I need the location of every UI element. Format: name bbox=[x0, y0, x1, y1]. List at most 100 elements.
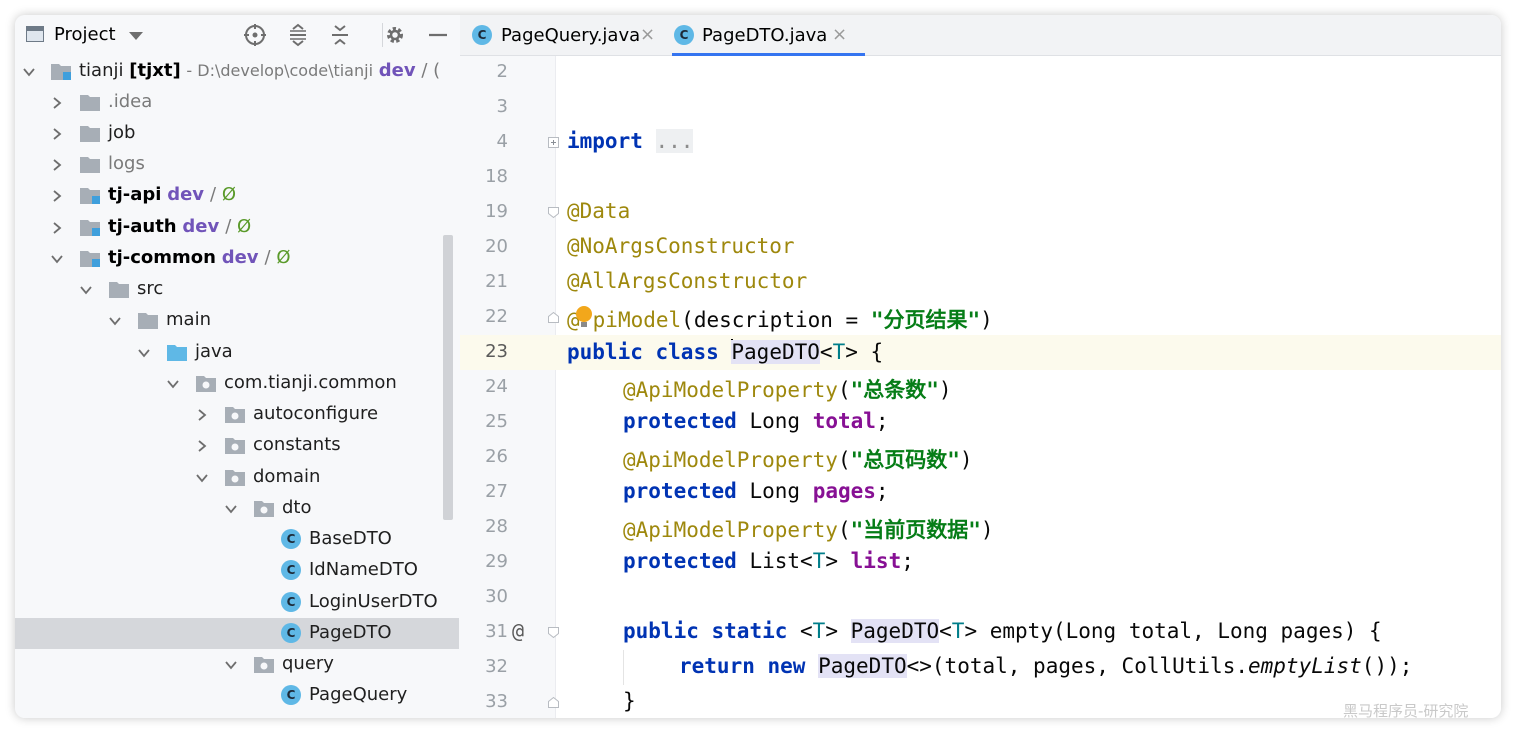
code-line: 18 bbox=[460, 160, 1501, 195]
gear-icon[interactable] bbox=[383, 23, 407, 47]
code-line: 4 import ... bbox=[460, 125, 1501, 160]
code-line: 19 @Data bbox=[460, 195, 1501, 230]
package-icon bbox=[254, 501, 274, 517]
chevron-down-icon[interactable] bbox=[109, 315, 121, 327]
chevron-right-icon[interactable] bbox=[196, 409, 208, 421]
tree-item-page-dto[interactable]: C PageDTO bbox=[15, 618, 459, 649]
code-line: 27 protected Long pages; bbox=[460, 475, 1501, 510]
tree-item-query[interactable]: query bbox=[15, 649, 459, 680]
chevron-down-icon[interactable] bbox=[129, 32, 143, 40]
collapse-all-icon[interactable] bbox=[328, 23, 352, 47]
tree-item-constants[interactable]: constants bbox=[15, 430, 459, 461]
tree-item-autoconfigure[interactable]: autoconfigure bbox=[15, 399, 459, 430]
chevron-right-icon[interactable] bbox=[51, 159, 63, 171]
tree-item-label: tj-api bbox=[108, 184, 162, 205]
tree-item-label: job bbox=[108, 122, 136, 143]
punct: { bbox=[857, 340, 884, 364]
fold-collapse-icon[interactable] bbox=[548, 627, 559, 638]
minimize-icon[interactable] bbox=[426, 23, 450, 47]
tree-item-domain[interactable]: domain bbox=[15, 462, 459, 493]
chevron-down-icon[interactable] bbox=[225, 659, 237, 671]
tree-item-label: com.tianji.common bbox=[224, 372, 397, 393]
class-name: PageDTO bbox=[818, 654, 907, 678]
chevron-down-icon[interactable] bbox=[196, 472, 208, 484]
tree-item-java[interactable]: java bbox=[15, 337, 459, 368]
close-icon[interactable]: × bbox=[640, 24, 655, 45]
keyword: static bbox=[711, 619, 788, 643]
tree-item-page-query[interactable]: C PageQuery bbox=[15, 680, 459, 711]
source-folder-icon bbox=[167, 345, 187, 361]
class-icon: C bbox=[281, 592, 301, 612]
editor-tab-bar: C PageQuery.java × C PageDTO.java × bbox=[460, 15, 1501, 56]
string-literal: "分页结果" bbox=[870, 308, 981, 332]
fold-end-icon[interactable] bbox=[548, 697, 559, 708]
chevron-right-icon[interactable] bbox=[51, 97, 63, 109]
class-icon: C bbox=[281, 560, 301, 580]
line-number: 30 bbox=[485, 586, 508, 607]
folder-icon bbox=[109, 282, 129, 298]
branch-label: dev bbox=[221, 247, 259, 268]
tree-item-dto[interactable]: dto bbox=[15, 493, 459, 524]
tree-item-main[interactable]: main bbox=[15, 305, 459, 336]
tree-item-id-name-dto[interactable]: C IdNameDTO bbox=[15, 555, 459, 586]
tree-item-logs[interactable]: logs bbox=[15, 149, 459, 180]
chevron-right-icon[interactable] bbox=[196, 440, 208, 452]
code-line: 20 @NoArgsConstructor bbox=[460, 230, 1501, 265]
chevron-down-icon[interactable] bbox=[225, 503, 237, 515]
root-branch: dev bbox=[378, 60, 416, 81]
tree-item-tj-common[interactable]: tj-common dev / Ø bbox=[15, 243, 459, 274]
tree-item-package[interactable]: com.tianji.common bbox=[15, 368, 459, 399]
tree-item-login-user-dto[interactable]: C LoginUserDTO bbox=[15, 587, 459, 618]
tree-item-tj-api[interactable]: tj-api dev / Ø bbox=[15, 180, 459, 211]
type-param: T bbox=[812, 549, 826, 573]
chevron-down-icon[interactable] bbox=[51, 253, 63, 265]
tree-item-label: autoconfigure bbox=[253, 403, 379, 424]
tab-label: PageDTO.java bbox=[702, 25, 828, 46]
fold-expand-icon[interactable] bbox=[548, 137, 559, 148]
field-name: pages bbox=[812, 479, 876, 503]
project-tree: tianji [tjxt] - D:\develop\code\tianji d… bbox=[15, 56, 459, 718]
tree-item-label: constants bbox=[253, 434, 341, 455]
code-line: 31 @ public static <T> PageDTO<T> empty(… bbox=[460, 615, 1501, 650]
line-number: 2 bbox=[496, 61, 508, 82]
chevron-down-icon[interactable] bbox=[138, 347, 150, 359]
tab-label: PageQuery.java bbox=[501, 25, 641, 46]
paren-close: ) bbox=[980, 308, 993, 332]
lightbulb-icon[interactable] bbox=[576, 306, 592, 327]
tree-item-root[interactable]: tianji [tjxt] - D:\develop\code\tianji d… bbox=[15, 56, 459, 87]
chevron-down-icon[interactable] bbox=[23, 66, 35, 78]
annotation: @AllArgsConstructor bbox=[567, 269, 808, 293]
chevron-right-icon[interactable] bbox=[51, 128, 63, 140]
fold-end-icon[interactable] bbox=[548, 312, 559, 323]
chevron-down-icon[interactable] bbox=[167, 378, 179, 390]
line-number: 21 bbox=[485, 271, 508, 292]
code-line: 26 @ApiModelProperty("总页码数") bbox=[460, 440, 1501, 475]
override-at-icon[interactable]: @ bbox=[512, 619, 524, 643]
tree-item-src[interactable]: src bbox=[15, 274, 459, 305]
code-line: 24 @ApiModelProperty("总条数") bbox=[460, 370, 1501, 405]
code-line: 2 bbox=[460, 55, 1501, 90]
project-panel-title[interactable]: Project bbox=[54, 24, 116, 45]
chevron-right-icon[interactable] bbox=[51, 190, 63, 202]
expand-all-icon[interactable] bbox=[286, 23, 310, 47]
tree-item-base-dto[interactable]: C BaseDTO bbox=[15, 524, 459, 555]
close-icon[interactable]: × bbox=[832, 24, 847, 45]
brace: } bbox=[623, 689, 636, 713]
tab-page-query[interactable]: C PageQuery.java × bbox=[472, 15, 662, 55]
tree-item-label: dto bbox=[282, 497, 312, 518]
type-param: T bbox=[832, 340, 846, 364]
crosshair-icon[interactable] bbox=[243, 23, 267, 47]
chevron-down-icon[interactable] bbox=[80, 284, 92, 296]
chevron-right-icon[interactable] bbox=[51, 222, 63, 234]
tree-item-idea[interactable]: .idea bbox=[15, 87, 459, 118]
tree-item-job[interactable]: job bbox=[15, 118, 459, 149]
class-icon: C bbox=[674, 25, 694, 45]
folded-imports[interactable]: ... bbox=[655, 129, 694, 153]
fold-collapse-icon[interactable] bbox=[548, 207, 559, 218]
line-number: 25 bbox=[485, 411, 508, 432]
tree-item-tj-auth[interactable]: tj-auth dev / Ø bbox=[15, 212, 459, 243]
project-scrollbar[interactable] bbox=[443, 235, 453, 520]
tab-page-dto[interactable]: C PageDTO.java × bbox=[672, 15, 865, 56]
root-branch-sep: / bbox=[421, 60, 428, 81]
keyword: new bbox=[767, 654, 806, 678]
